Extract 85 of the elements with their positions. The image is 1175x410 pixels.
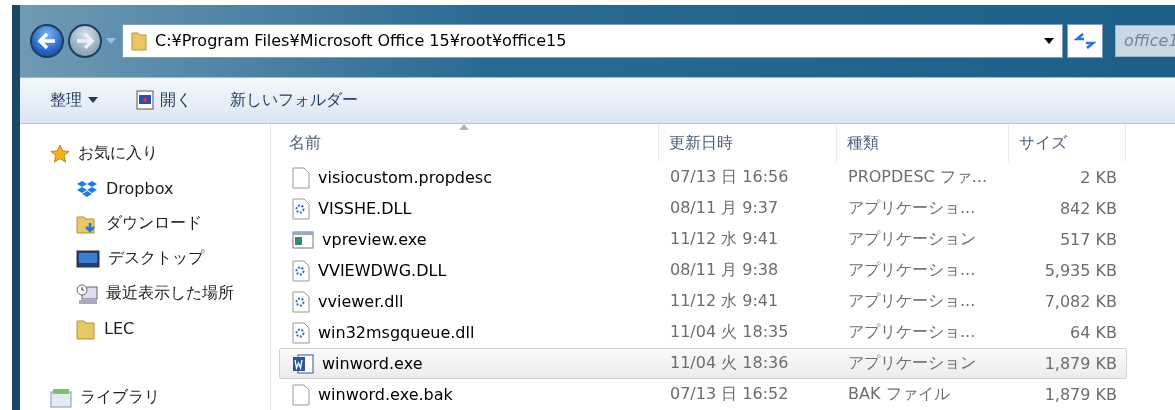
date-cell-text: 11/12 水 9:41 [669,228,780,250]
toolbar-button[interactable]: 整理 [48,85,100,115]
date-cell-text: 07/13 日 16:52 [669,383,790,405]
blank-file-icon [292,166,310,189]
sidebar-group[interactable]: お気に入り [20,136,270,171]
group-label: ライブラリ [80,387,160,408]
size-cell-text: 64 KB [1069,322,1118,344]
gear-file-icon [292,259,310,282]
box-icon [76,179,98,198]
file-row[interactable]: VISSHE.DLL 08/11 月 9:37 アプリケーショ... 842 KB [279,193,1127,224]
size-cell-text: 5,935 KB [1043,260,1118,282]
monitor-icon [76,249,100,268]
caret-icon [1044,37,1054,44]
file-row[interactable]: winword.exe 11/04 火 18:36 アプリケーション 1,879 KB [279,348,1127,379]
date-cell-text: 08/11 月 9:37 [669,197,780,219]
type-cell-text: アプリケーション [847,228,977,250]
type-cell-text: アプリケーショ... [847,197,977,219]
size-cell-text: 2 KB [1079,167,1118,189]
forward-button[interactable] [68,23,102,58]
file-row[interactable]: win32msgqueue.dll 11/04 火 18:35 アプリケーショ... 64 KB [279,317,1127,348]
type-cell-text: アプリケーショ... [847,290,977,312]
file-row[interactable]: vviewer.dll 11/12 水 9:41 アプリケーショ... 7,082 KB [279,286,1127,317]
caret-icon [88,97,98,104]
item-label: LEC [104,319,135,338]
type-cell-text: アプリケーション [847,352,977,374]
star-icon [50,143,70,164]
file-name: vviewer.dll [318,292,404,311]
group-label: お気に入り [78,143,158,164]
gear-file-icon [292,197,310,220]
item-label: デスクトップ [108,248,204,269]
toolbar-button[interactable]: 開く [134,85,194,115]
folder-icon [131,30,147,51]
sidebar-item[interactable]: Dropbox [20,171,270,206]
column-header[interactable]: サイズ [1009,124,1126,162]
date-cell-text: 08/11 月 9:38 [669,259,780,281]
column-header[interactable]: 種類 [837,124,1009,162]
window-file-icon [292,230,314,249]
sidebar-group[interactable]: ライブラリ [20,380,270,410]
program-window-icon [136,90,154,111]
sidebar-item[interactable]: 最近表示した場所 [20,276,270,311]
refresh-arrows-icon [1074,31,1096,50]
document-letter-icon [292,352,314,375]
arrow-right-icon [76,32,94,49]
type-cell-text: アプリケーショ... [847,321,977,343]
item-label: ダウンロード [106,213,202,234]
column-header[interactable]: 更新日時 [659,124,837,162]
file-row[interactable]: visiocustom.propdesc 07/13 日 16:56 PROPDESC ファ... 2 KB [279,162,1127,193]
sidebar-item[interactable]: LEC [20,311,270,346]
file-name: win32msgqueue.dll [318,323,475,342]
sidebar-item[interactable]: デスクトップ [20,241,270,276]
file-row[interactable]: vpreview.exe 11/12 水 9:41 アプリケーション 517 KB [279,224,1127,255]
type-cell-text: アプリケーショ... [847,259,977,281]
size-cell-text: 1,879 KB [1043,353,1118,375]
arrow-left-icon [38,32,56,49]
sidebar-item[interactable]: ダウンロード [20,206,270,241]
clock-computer-icon [76,282,98,305]
date-cell-text: 11/04 火 18:36 [669,352,790,374]
item-label: Dropbox [106,179,174,198]
size-cell-text: 517 KB [1058,229,1118,251]
file-name: winword.exe.bak [318,385,453,404]
file-name: winword.exe [322,354,423,373]
file-name: vpreview.exe [322,230,427,249]
size-cell-text: 7,082 KB [1043,291,1118,313]
file-row[interactable]: winword.exe.bak 07/13 日 16:52 BAK ファイル 1,879 KB [279,379,1127,410]
file-row[interactable]: VVIEWDWG.DLL 08/11 月 9:38 アプリケーショ... 5,935 KB [279,255,1127,286]
file-name: VISSHE.DLL [318,199,412,218]
file-name: visiocustom.propdesc [318,168,492,187]
blank-file-icon [292,383,310,406]
address-field[interactable]: C:¥Program Files¥Microsoft Office 15¥root¥office15 [122,23,1063,58]
folder-icon [76,317,96,340]
refresh-button[interactable] [1067,23,1103,58]
date-cell-text: 11/12 水 9:41 [669,290,780,312]
toolbar-button[interactable]: 新しいフォルダー [228,85,360,115]
date-cell-text: 11/04 火 18:35 [669,321,790,343]
gear-file-icon [292,321,310,344]
type-cell-text: BAK ファイル [847,383,951,405]
date-cell-text: 07/13 日 16:56 [669,166,790,188]
file-name: VVIEWDWG.DLL [318,261,447,280]
back-button[interactable] [30,23,64,58]
caret-icon [106,37,116,44]
type-cell-text: PROPDESC ファ... [847,166,989,188]
size-cell-text: 842 KB [1058,198,1118,220]
item-label: 最近表示した場所 [106,283,234,304]
gear-file-icon [292,290,310,313]
size-cell-text: 1,879 KB [1043,384,1118,406]
